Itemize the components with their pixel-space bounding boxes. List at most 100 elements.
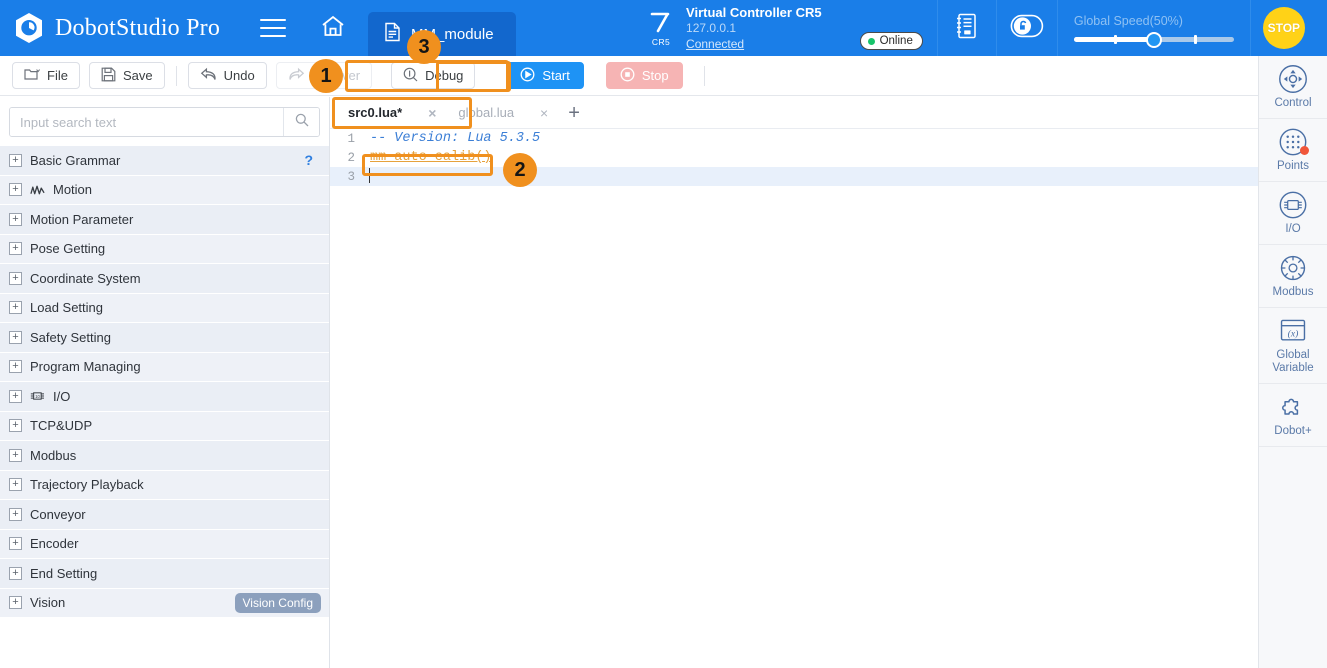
expander-icon[interactable]: + — [9, 212, 22, 226]
sidebar-item-trajectory-playback[interactable]: + Trajectory Playback — [0, 470, 329, 500]
rail-item-control[interactable]: Control — [1259, 56, 1327, 119]
rail-item-label: I/O — [1285, 223, 1301, 236]
dobot-logo-icon — [14, 12, 44, 44]
expander-icon[interactable]: + — [9, 389, 22, 403]
debug-button-label: Debug — [425, 68, 464, 83]
sidebar-item-tcp-udp[interactable]: + TCP&UDP — [0, 411, 329, 441]
emergency-stop-button[interactable]: STOP — [1262, 7, 1305, 49]
controller-status-block[interactable]: CR5 Virtual Controller CR5 127.0.0.1 Con… — [638, 0, 937, 56]
io-module-icon — [1279, 191, 1307, 219]
editor-tab-src0-lua-[interactable]: src0.lua* × — [336, 97, 446, 129]
left-sidebar: +Basic Grammar?+Motion+Motion Parameter+… — [0, 97, 330, 668]
expander-icon[interactable]: + — [9, 478, 22, 492]
log-book-icon — [954, 12, 979, 45]
sidebar-item-label: Program Managing — [30, 359, 141, 375]
expander-icon[interactable]: + — [9, 153, 22, 167]
sidebar-item-basic-grammar[interactable]: + Basic Grammar? — [0, 146, 329, 176]
expander-icon[interactable]: + — [9, 507, 22, 521]
expander-icon[interactable]: + — [9, 183, 22, 197]
sidebar-item-conveyor[interactable]: + Conveyor — [0, 500, 329, 530]
file-button-label: File — [47, 68, 68, 83]
motion-wave-icon — [30, 185, 45, 195]
sidebar-item-encoder[interactable]: + Encoder — [0, 529, 329, 559]
home-button[interactable] — [310, 0, 356, 56]
rail-item-label: Control — [1274, 97, 1312, 110]
file-tabbar: src0.lua* × global.lua × + — [330, 97, 1258, 129]
puzzle-piece-icon — [1282, 398, 1299, 415]
expander-icon[interactable]: + — [9, 566, 22, 580]
sidebar-item-pose-getting[interactable]: + Pose Getting — [0, 234, 329, 264]
expander-icon[interactable]: + — [9, 301, 22, 315]
sidebar-item-label: Basic Grammar — [30, 152, 121, 168]
code-line[interactable]: 3 — [330, 167, 1258, 186]
dpad-control-icon — [1279, 65, 1307, 94]
code-function-call: mm_auto_calib() — [370, 150, 492, 165]
expander-icon[interactable]: + — [9, 537, 22, 551]
online-dot-icon — [867, 37, 875, 45]
expander-icon[interactable]: + — [9, 596, 22, 610]
log-button[interactable] — [938, 0, 996, 56]
sidebar-item-label: Coordinate System — [30, 270, 141, 286]
close-icon[interactable]: × — [540, 106, 548, 120]
expander-icon[interactable]: + — [9, 448, 22, 462]
search-input[interactable] — [10, 108, 283, 136]
debug-button[interactable]: Debug — [391, 62, 476, 89]
controller-connection-link[interactable]: Connected — [686, 37, 822, 53]
expander-icon[interactable]: + — [9, 271, 22, 285]
add-tab-icon[interactable]: + — [558, 103, 590, 123]
code-line-text — [362, 168, 370, 184]
rail-item-label: Points — [1277, 160, 1309, 173]
module-tab-mm-module[interactable]: MM_module — [368, 12, 517, 56]
editor-panel: src0.lua* × global.lua × + 1 -- Version: Lua … — [330, 97, 1258, 668]
sidebar-item-program-managing[interactable]: + Program Managing — [0, 352, 329, 382]
line-number: 2 — [347, 150, 355, 165]
start-button[interactable]: Start — [506, 62, 584, 89]
sidebar-item-label: End Setting — [30, 565, 98, 581]
sidebar-item-i-o[interactable]: +10 I/O — [0, 382, 329, 412]
rail-item-global-variable[interactable]: (x) Global Variable — [1259, 308, 1327, 384]
editor-tab-global-lua[interactable]: global.lua × — [446, 97, 558, 129]
help-question-icon[interactable]: ? — [304, 152, 313, 168]
file-button[interactable]: File — [12, 62, 80, 89]
sidebar-item-end-setting[interactable]: + End Setting — [0, 559, 329, 589]
menu-button[interactable] — [250, 0, 296, 56]
code-line[interactable]: 1 -- Version: Lua 5.3.5 — [330, 129, 1258, 148]
undo-button[interactable]: Undo — [187, 62, 267, 89]
save-button[interactable]: Save — [88, 62, 165, 89]
sidebar-item-coordinate-system[interactable]: + Coordinate System — [0, 264, 329, 294]
rail-item-modbus[interactable]: Modbus — [1259, 245, 1327, 308]
sidebar-item-modbus[interactable]: + Modbus — [0, 441, 329, 471]
code-editor[interactable]: 1 -- Version: Lua 5.3.5 2 mm_auto_calib() 3 — [330, 129, 1258, 668]
rail-item-points[interactable]: Points — [1259, 119, 1327, 182]
speed-tick-25 — [1113, 35, 1117, 44]
close-icon[interactable]: × — [428, 106, 436, 120]
undo-button-label: Undo — [223, 68, 255, 83]
search-button[interactable] — [283, 108, 319, 136]
global-speed-slider[interactable] — [1073, 31, 1234, 48]
sidebar-item-vision[interactable]: + Vision Vision Config — [0, 588, 329, 618]
sidebar-item-label: Load Setting — [30, 300, 104, 316]
rail-item-dobot[interactable]: Dobot+ — [1259, 384, 1327, 447]
sidebar-item-load-setting[interactable]: + Load Setting — [0, 293, 329, 323]
toolbar-divider-1 — [175, 65, 177, 86]
expander-icon[interactable]: + — [9, 330, 22, 344]
magnifier-debug-icon — [403, 67, 418, 85]
sidebar-item-label: Motion — [53, 182, 93, 198]
svg-text:(x): (x) — [1288, 328, 1299, 339]
code-line[interactable]: 2 mm_auto_calib() — [330, 148, 1258, 167]
code-line-text: mm_auto_calib() — [362, 150, 492, 165]
global-speed-control[interactable]: Global Speed(50%) — [1058, 14, 1250, 48]
speed-slider-handle[interactable] — [1145, 31, 1162, 48]
lock-toggle-button[interactable] — [997, 0, 1057, 56]
sidebar-item-motion[interactable]: + Motion — [0, 175, 329, 205]
header-divider-4 — [1249, 0, 1251, 56]
sidebar-item-motion-parameter[interactable]: + Motion Parameter — [0, 205, 329, 235]
expander-icon[interactable]: + — [9, 360, 22, 374]
expander-icon[interactable]: + — [9, 419, 22, 433]
sidebar-item-safety-setting[interactable]: + Safety Setting — [0, 323, 329, 353]
save-button-label: Save — [122, 68, 153, 83]
stop-run-button-label: Stop — [641, 68, 669, 83]
rail-item-i-o[interactable]: I/O — [1259, 182, 1327, 245]
expander-icon[interactable]: + — [9, 242, 22, 256]
app-root: DobotStudio Pro MM_module CR5 Virtual Co… — [0, 0, 1327, 668]
